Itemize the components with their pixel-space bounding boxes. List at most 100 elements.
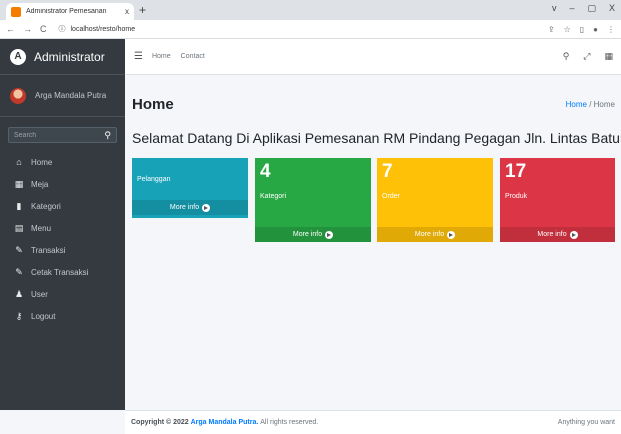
sidebar-item-logout[interactable]: ⚷ Logout (0, 305, 125, 327)
info-box-number: 4 (260, 161, 271, 182)
new-tab-button[interactable]: + (139, 3, 146, 17)
sidebar-item-label: Menu (31, 223, 52, 233)
nav-link-contact[interactable]: Contact (181, 53, 205, 60)
info-box-label: Produk (505, 193, 528, 200)
hamburger-menu-icon[interactable]: ☰ (134, 51, 143, 62)
brand-link[interactable]: A Administrator (0, 39, 125, 75)
reload-icon[interactable]: C (40, 24, 47, 34)
sidepanel-icon[interactable]: ▯ (580, 25, 584, 34)
avatar (10, 87, 26, 104)
arrow-circle-right-icon (569, 230, 578, 239)
info-box-number: 7 (382, 161, 393, 182)
sidebar-search: ⚲ (8, 127, 117, 143)
top-navbar: ☰ Home Contact ⚲ ⤢ ▦ (125, 39, 621, 75)
user-icon: ♟ (14, 288, 24, 299)
menu-dots-icon[interactable]: ⋮ (607, 25, 615, 34)
tab-search-icon[interactable]: v (552, 3, 557, 14)
profile-icon[interactable]: ● (593, 25, 598, 34)
breadcrumb: Home / Home (566, 100, 615, 109)
more-info-text: More info (169, 204, 200, 211)
info-box-label: Kategori (260, 193, 287, 200)
footer-author-link[interactable]: Arga Mandala Putra. (191, 419, 259, 426)
more-info-link[interactable]: More info (255, 227, 371, 242)
info-box-kategori: 4 Kategori More info (255, 158, 371, 242)
window-controls: v – ▢ X (552, 3, 615, 14)
footer: Copyright © 2022 Arga Mandala Putra. All… (125, 410, 621, 434)
sidebar-item-label: Cetak Transaksi (31, 267, 89, 277)
pencil-icon: ✎ (15, 266, 23, 277)
breadcrumb-separator: / (586, 100, 594, 109)
sidebar-item-menu[interactable]: ▤ Menu (0, 217, 125, 239)
breadcrumb-current: Home (593, 100, 615, 109)
sidebar-item-meja[interactable]: ▦ Meja (0, 173, 125, 195)
browser-tab[interactable]: Administrator Pemesanan x (6, 3, 134, 20)
arrow-circle-right-icon (447, 230, 456, 239)
more-info-text: More info (292, 231, 323, 238)
url-field[interactable]: ⓘ localhost/resto/home (59, 24, 136, 34)
sidebar-item-label: User (31, 289, 48, 299)
search-input[interactable] (14, 131, 105, 139)
sidebar: A Administrator Arga Mandala Putra ⚲ ⌂ Ho… (0, 39, 125, 410)
sidebar-nav: ⌂ Home ▦ Meja ▮ Kategori ▤ Menu ✎ Transaksi ✎… (0, 151, 125, 327)
browser-toolbar: ⇪ ☆ ▯ ● ⋮ (548, 25, 615, 34)
page-title: Home (132, 96, 174, 113)
more-info-text: More info (537, 231, 567, 238)
sidebar-item-cetak-transaksi[interactable]: ✎ Cetak Transaksi (0, 261, 125, 283)
arrow-circle-right-icon (202, 203, 211, 212)
user-name: Arga Mandala Putra (35, 91, 107, 100)
user-panel[interactable]: Arga Mandala Putra (0, 75, 125, 117)
list-icon: ▤ (14, 222, 24, 233)
brand-text: Administrator (34, 49, 105, 64)
more-info-link[interactable]: More info (377, 227, 493, 242)
sidebar-item-label: Transaksi (31, 245, 66, 255)
key-icon: ⚷ (15, 310, 23, 321)
browser-tab-bar: Administrator Pemesanan x + v – ▢ X (0, 0, 621, 20)
info-box-label: Pelanggan (137, 176, 171, 183)
sidebar-item-kategori[interactable]: ▮ Kategori (0, 195, 125, 217)
forward-icon[interactable]: → (23, 24, 32, 34)
footer-copyright: Copyright © 2022 (131, 419, 189, 426)
footer-right-text: Anything you want (557, 419, 615, 426)
sidebar-item-home[interactable]: ⌂ Home (0, 151, 125, 173)
sidebar-item-label: Kategori (31, 201, 61, 211)
table-icon: ▦ (14, 178, 24, 189)
grid-icon[interactable]: ▦ (604, 51, 613, 62)
close-window-button[interactable]: X (609, 3, 615, 14)
more-info-link[interactable]: More info (132, 200, 248, 215)
book-icon: ▮ (16, 200, 22, 211)
fullscreen-icon[interactable]: ⤢ (583, 51, 590, 62)
sidebar-item-transaksi[interactable]: ✎ Transaksi (0, 239, 125, 261)
footer-rights: All rights reserved. (260, 419, 319, 426)
sidebar-item-label: Meja (31, 179, 49, 189)
back-icon[interactable]: ← (6, 24, 15, 34)
share-icon[interactable]: ⇪ (548, 25, 555, 34)
nav-link-home[interactable]: Home (152, 53, 171, 60)
tab-title: Administrator Pemesanan (26, 8, 107, 15)
address-bar: ← → C ⓘ localhost/resto/home ⇪ ☆ ▯ ● ⋮ (0, 20, 621, 39)
minimize-button[interactable]: – (569, 3, 574, 14)
info-box-order: 7 Order More info (377, 158, 493, 242)
search-icon[interactable]: ⚲ (104, 130, 111, 141)
arrow-circle-right-icon (325, 230, 334, 239)
welcome-heading: Selamat Datang Di Aplikasi Pemesanan RM … (132, 130, 621, 146)
info-box-pelanggan: Pelanggan More info (132, 158, 248, 218)
maximize-button[interactable]: ▢ (587, 3, 596, 14)
search-icon[interactable]: ⚲ (563, 51, 570, 62)
sidebar-item-label: Home (31, 157, 53, 167)
tab-close-icon[interactable]: x (125, 7, 129, 16)
brand-logo-icon: A (10, 48, 26, 65)
home-icon: ⌂ (16, 157, 22, 167)
favicon-icon (11, 6, 21, 17)
bookmark-star-icon[interactable]: ☆ (564, 25, 571, 34)
site-info-icon[interactable]: ⓘ (59, 26, 66, 33)
sidebar-item-user[interactable]: ♟ User (0, 283, 125, 305)
info-box-label: Order (382, 193, 400, 200)
info-box-number: 17 (505, 161, 527, 182)
sidebar-item-label: Logout (31, 311, 56, 321)
url-text: localhost/resto/home (70, 26, 136, 33)
content-header: Home Home / Home (132, 96, 621, 116)
info-box-produk: 17 Produk More info (500, 158, 615, 242)
more-info-link[interactable]: More info (500, 227, 615, 242)
navbar-right-icons: ⚲ ⤢ ▦ (563, 51, 613, 62)
breadcrumb-home-link[interactable]: Home (566, 100, 587, 109)
